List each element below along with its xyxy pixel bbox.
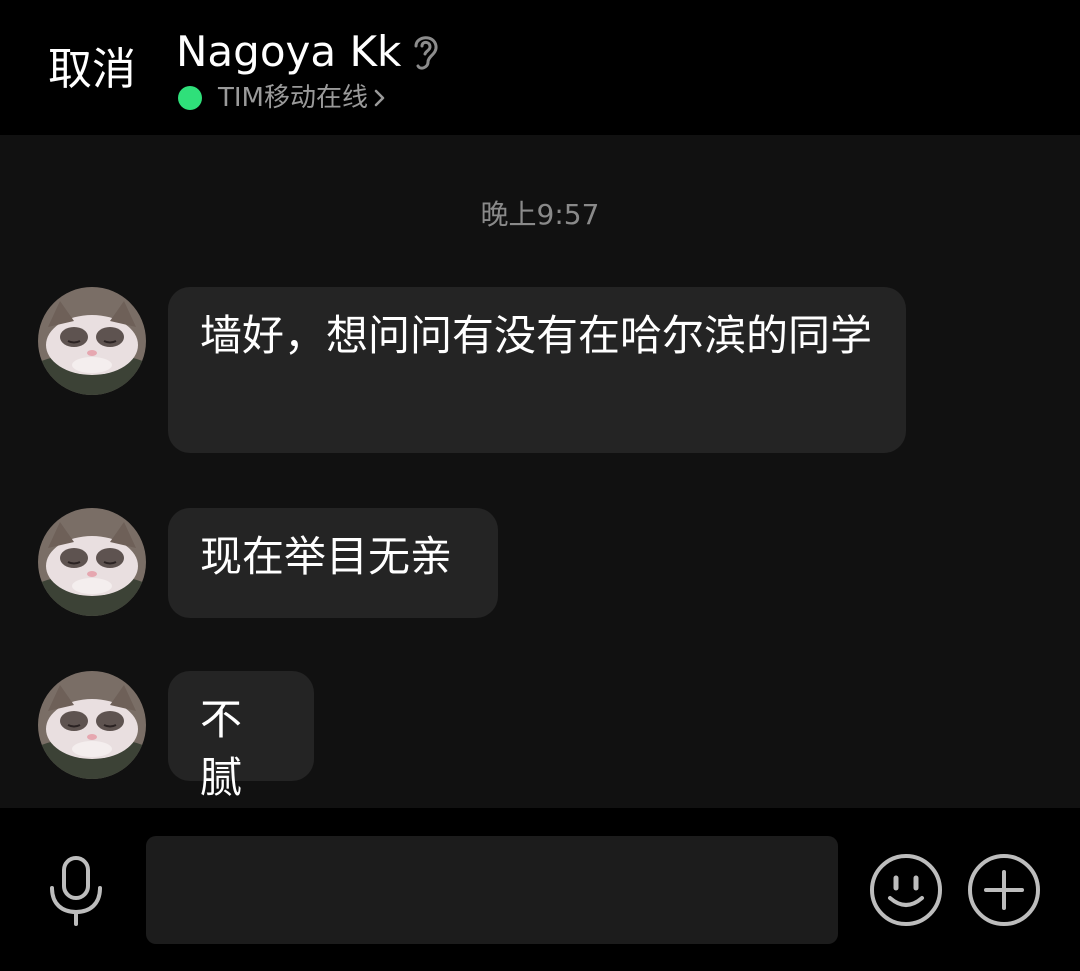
online-dot [178,86,202,110]
contact-avatar[interactable] [38,508,146,616]
microphone-icon[interactable] [44,854,108,928]
message-list[interactable]: 晚上9:57 墙好，想问问有没有在哈尔滨的同学 现在举目无亲 不腻 [0,135,1080,808]
chevron-right-icon [374,89,385,107]
cat-avatar-icon [38,287,146,395]
plus-circle-icon[interactable] [966,852,1042,928]
message-bubble[interactable]: 墙好，想问问有没有在哈尔滨的同学 [168,287,906,453]
message-bubble[interactable]: 现在举目无亲 [168,508,498,618]
input-bar [0,808,1080,971]
cat-avatar-icon [38,508,146,616]
message-timestamp: 晚上9:57 [480,198,600,231]
message-input[interactable] [146,836,838,944]
cancel-button[interactable]: 取消 [48,44,136,96]
contact-avatar[interactable] [38,287,146,395]
status-text: TIM移动在线 [218,83,368,113]
online-status[interactable]: TIM移动在线 [178,82,386,114]
ear-icon[interactable] [408,30,442,72]
contact-name[interactable]: Nagoya Kk [176,26,401,78]
smiley-icon[interactable] [868,852,944,928]
chat-header: 取消 Nagoya Kk TIM移动在线 [0,0,1080,135]
message-bubble[interactable]: 不腻 [168,671,314,802]
cat-avatar-icon [38,671,146,779]
contact-avatar[interactable] [38,671,146,779]
